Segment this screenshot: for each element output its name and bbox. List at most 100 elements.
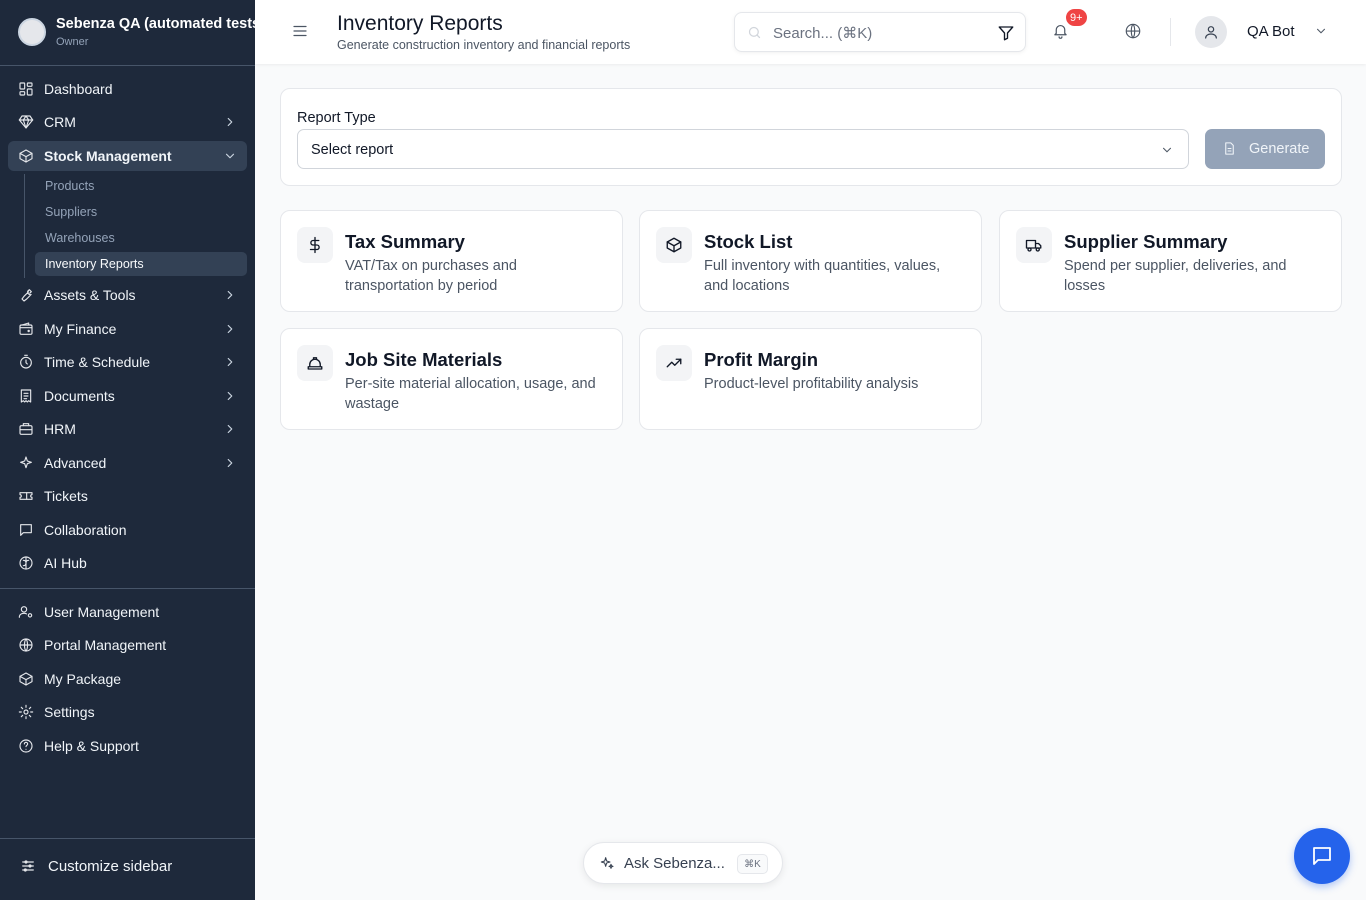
dashboard-icon [18,81,34,97]
card-title: Profit Margin [704,349,819,370]
card-description: Full inventory with quantities, values, … [704,258,941,294]
sidebar-item-portal-management[interactable]: Portal Management [8,630,247,660]
filter-icon[interactable] [997,24,1015,47]
gem-icon [18,114,34,130]
sidebar-item-user-management[interactable]: User Management [8,597,247,627]
sidebar-item-my-package[interactable]: My Package [8,664,247,694]
sidebar-item-label: HRM [44,421,76,437]
sidebar-item-help-support[interactable]: Help & Support [8,731,247,761]
sidebar-subitem-warehouses[interactable]: Warehouses [35,226,247,250]
sidebar-item-label: Stock Management [44,148,172,164]
ask-assistant-button[interactable]: Ask Sebenza... ⌘K [583,842,783,884]
brain-icon [18,555,34,571]
sidebar-item-label: Time & Schedule [44,354,151,370]
search-input[interactable] [773,22,983,44]
report-card-stock-list[interactable]: Stock List Full inventory with quantitie… [639,210,982,312]
sidebar-item-advanced[interactable]: Advanced [8,448,247,478]
menu-toggle-button[interactable] [291,22,311,42]
sidebar-item-crm[interactable]: CRM [8,107,247,137]
chevron-right-icon [223,355,237,369]
report-card-tax-summary[interactable]: Tax Summary VAT/Tax on purchases and tra… [280,210,623,312]
sidebar-item-hrm[interactable]: HRM [8,414,247,444]
sidebar-subitem-products[interactable]: Products [35,174,247,198]
card-title: Tax Summary [345,231,465,252]
chevron-right-icon [223,288,237,302]
bell-icon [1054,24,1067,39]
chevron-right-icon [223,322,237,336]
sidebar: Sebenza QA (automated tests) Owner Dashb… [0,0,255,900]
sidebar-item-my-finance[interactable]: My Finance [8,314,247,344]
page-subtitle: Generate construction inventory and fina… [337,38,631,52]
org-switcher[interactable]: Sebenza QA (automated tests) Owner [0,0,255,66]
sidebar-item-settings[interactable]: Settings [8,697,247,727]
card-description: Product-level profitability analysis [704,376,919,392]
chevron-down-icon[interactable] [1314,24,1328,43]
chat-support-button[interactable] [1294,828,1350,884]
dollar-icon [297,227,333,263]
card-title: Supplier Summary [1064,231,1228,252]
sidebar-item-label: My Finance [44,321,117,337]
customize-sidebar-label: Customize sidebar [48,858,173,875]
user-avatar[interactable] [1195,16,1227,48]
report-type-select[interactable]: Select report [297,129,1189,169]
sidebar-item-label: User Management [44,604,160,620]
top-header: Inventory Reports Generate construction … [255,0,1366,64]
chevron-down-icon [223,149,237,163]
chevron-right-icon [223,456,237,470]
report-type-panel: Report Type Select report Generate [280,88,1342,186]
ticket-icon [18,488,34,504]
sidebar-item-tickets[interactable]: Tickets [8,481,247,511]
briefcase-icon [18,421,34,437]
help-circle-icon [18,738,34,754]
report-card-job-site-materials[interactable]: Job Site Materials Per-site material all… [280,328,623,430]
globe-icon [18,637,34,653]
card-description: VAT/Tax on purchases and transportation … [345,258,517,294]
sidebar-item-time-schedule[interactable]: Time & Schedule [8,347,247,377]
card-description: Per-site material allocation, usage, and… [345,376,596,412]
gear-icon [18,704,34,720]
report-card-profit-margin[interactable]: Profit Margin Product-level profitabilit… [639,328,982,430]
globe-icon [1125,23,1141,39]
receipt-icon [18,388,34,404]
hard-hat-icon [297,345,333,381]
sidebar-item-label: Advanced [44,455,107,471]
org-name: Sebenza QA (automated tests) [56,16,255,32]
chevron-down-icon [1160,143,1174,162]
global-search[interactable] [734,12,1026,52]
sidebar-subitem-suppliers[interactable]: Suppliers [35,200,247,224]
sidebar-item-stock-management[interactable]: Stock Management [8,141,247,171]
language-button[interactable] [1124,22,1144,42]
sidebar-item-label: Dashboard [44,81,113,97]
sidebar-item-dashboard[interactable]: Dashboard [8,74,247,104]
sidebar-item-label: Settings [44,704,95,720]
card-description: Spend per supplier, deliveries, and loss… [1064,258,1287,294]
chat-icon [1313,847,1331,865]
user-name[interactable]: QA Bot [1247,23,1295,40]
sidebar-subitem-inventory-reports[interactable]: Inventory Reports [35,252,247,276]
truck-icon [1016,227,1052,263]
sidebar-item-label: Collaboration [44,522,127,538]
report-card-supplier-summary[interactable]: Supplier Summary Spend per supplier, del… [999,210,1342,312]
org-avatar [18,18,46,46]
sidebar-item-label: Documents [44,388,115,404]
sidebar-item-label: Portal Management [44,637,167,653]
timer-icon [18,354,34,370]
sparkles-icon [599,855,615,876]
generate-label: Generate [1249,141,1310,157]
sidebar-item-ai-hub[interactable]: AI Hub [8,548,247,578]
wallet-icon [18,321,34,337]
message-square-icon [18,522,34,538]
package-icon [656,227,692,263]
sidebar-divider [0,588,255,589]
sidebar-item-assets-tools[interactable]: Assets & Tools [8,280,247,310]
customize-sidebar-button[interactable]: Customize sidebar [8,851,247,881]
sidebar-item-label: My Package [44,671,122,687]
trending-up-icon [656,345,692,381]
generate-button[interactable]: Generate [1205,129,1325,169]
chevron-right-icon [223,422,237,436]
org-role: Owner [56,36,89,48]
sidebar-item-collaboration[interactable]: Collaboration [8,515,247,545]
header-divider [1170,18,1171,46]
sidebar-item-documents[interactable]: Documents [8,381,247,411]
card-title: Stock List [704,231,793,252]
